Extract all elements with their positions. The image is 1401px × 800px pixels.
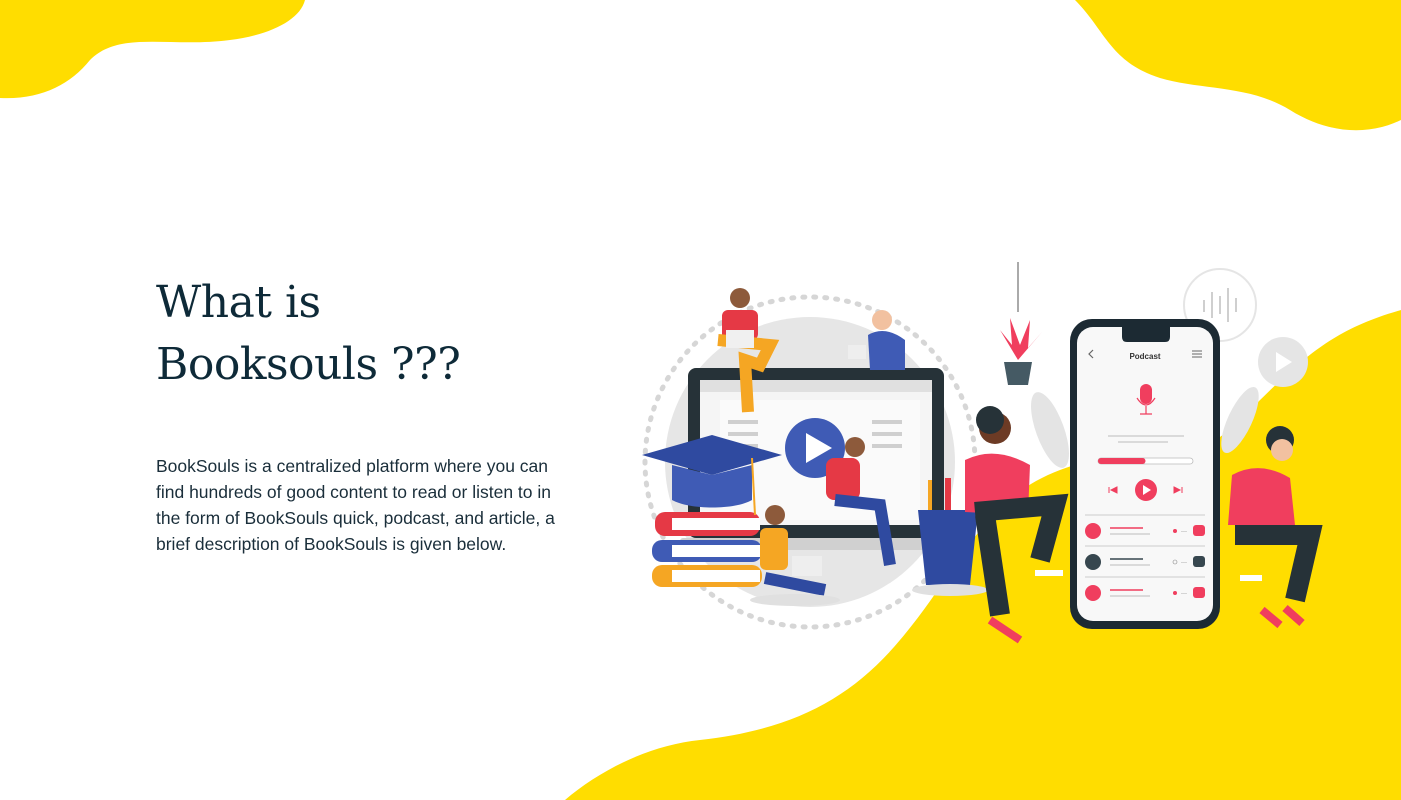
phone-mockup: Podcast ··· ··· ···	[1070, 319, 1220, 629]
svg-text:···: ···	[1181, 529, 1187, 535]
page-title-line-2: Booksouls ???	[156, 339, 461, 390]
svg-text:···: ···	[1181, 591, 1187, 597]
podcast-progress-fill	[1098, 458, 1146, 464]
blob-top-left	[0, 0, 305, 99]
svg-text:···: ···	[1181, 560, 1187, 566]
page-title-line-1: What is	[156, 277, 321, 328]
man-sitting	[1228, 426, 1323, 629]
phone-title: Podcast	[1129, 352, 1160, 361]
blob-top-right	[1075, 0, 1401, 131]
page-title: What is Booksouls ???	[156, 272, 461, 396]
play-circle-icon	[1258, 337, 1308, 387]
book-stack	[652, 512, 762, 587]
description-text: BookSouls is a centralized platform wher…	[156, 456, 555, 554]
learning-illustration: Podcast ··· ··· ···	[642, 262, 1323, 644]
hanging-plant	[1000, 262, 1042, 385]
